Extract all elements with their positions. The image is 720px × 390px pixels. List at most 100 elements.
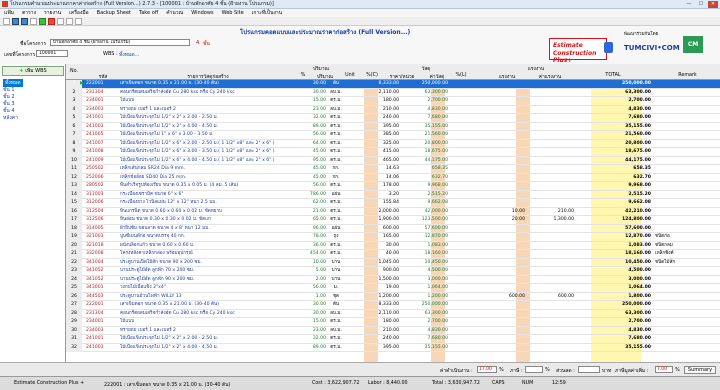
cell-matamt[interactable]: 9,662.08	[400, 199, 448, 208]
cell-code[interactable]: 231304	[86, 310, 120, 319]
cell-mat[interactable]: 8,333.00	[361, 301, 399, 310]
cell-qty[interactable]: 30.00	[296, 89, 326, 98]
close-button[interactable]: ✕	[708, 1, 718, 8]
cell-lab[interactable]	[489, 276, 525, 285]
cell-mat[interactable]: 415.00	[361, 148, 399, 157]
cell-qty[interactable]: 21.00	[296, 208, 326, 217]
cell-desc[interactable]: คอนกรีตผสมเสร็จกำลังอัด Cu 280 ksc หรือ …	[120, 310, 296, 319]
cell-remark[interactable]: ชนิดไม้สัก	[655, 259, 720, 268]
cell-labamt[interactable]: 1,300.00	[526, 216, 574, 225]
cell-code[interactable]: 234003	[86, 106, 120, 115]
cell-desc[interactable]: กระเบื้องเซรามิค ขนาด 6" x 6"	[120, 191, 296, 200]
cell-mat[interactable]: 180.00	[361, 97, 399, 106]
tax-input[interactable]	[525, 366, 543, 373]
cell-qty[interactable]: 78.00	[296, 233, 326, 242]
cell-mat[interactable]: 2,110.00	[361, 89, 399, 98]
cell-matamt[interactable]: 3,000.00	[400, 276, 448, 285]
cell-code[interactable]: 344503	[86, 293, 120, 302]
cell-mat[interactable]: 178.00	[361, 182, 399, 191]
cell-remark[interactable]	[655, 267, 720, 276]
cell-total[interactable]: 658.35	[575, 165, 651, 174]
cell-mat[interactable]: 465.00	[361, 157, 399, 166]
cell-unit[interactable]: ตร.ม.	[328, 242, 344, 251]
cell-total[interactable]: 250,000.00	[575, 301, 651, 310]
table-row[interactable]: 13 280502 พื้นสำเร็จรูปท้องเรียบ ขนาด 0.35…	[66, 182, 720, 191]
cell-remark[interactable]	[655, 182, 720, 191]
cell-qty[interactable]: 30.00	[296, 310, 326, 319]
table-row[interactable]: 10 241009 ไม้เนื้อแข็งประจุกไม่ 1/2" x 6" …	[66, 156, 720, 166]
cell-mat[interactable]: 14.63	[361, 165, 399, 174]
cell-mat[interactable]: 30.00	[361, 242, 399, 251]
calculator-icon[interactable]	[75, 17, 82, 25]
table-row[interactable]: 22 341004 ประตูบานเปิดไม้สัก ขนาด 90 x 200…	[66, 258, 720, 268]
menu-item-website[interactable]: Web Site	[222, 10, 244, 16]
cell-matamt[interactable]: 20,800.00	[400, 140, 448, 149]
cell-remark[interactable]	[655, 293, 720, 302]
cell-labamt[interactable]: 600.00	[526, 293, 574, 302]
cell-code[interactable]: 241007	[86, 140, 120, 149]
cell-labamt[interactable]	[526, 174, 574, 183]
cell-desc[interactable]: เหล็กข้ออ้อย SD40 Dia 25 mm.	[120, 174, 296, 183]
project-code-field[interactable]: 100001	[36, 50, 68, 57]
cell-matamt[interactable]: 57,600.00	[400, 225, 448, 234]
cell-matamt[interactable]: 63,300.00	[400, 89, 448, 98]
cell-unit[interactable]: ตร.ม.	[328, 250, 344, 259]
cell-remark[interactable]	[655, 106, 720, 115]
cell-total[interactable]: 1,083.00	[575, 242, 651, 251]
cell-unit[interactable]: ตร.ม.	[328, 216, 344, 225]
cell-lab[interactable]	[489, 233, 525, 242]
cell-total[interactable]: 10,450.00	[575, 259, 651, 268]
cell-code[interactable]: 241003	[86, 123, 120, 132]
cell-unit[interactable]: กก.	[328, 174, 344, 183]
cell-lab[interactable]: 600.00	[489, 293, 525, 302]
cell-unit[interactable]: ตร.ม.	[328, 131, 344, 140]
cell-mat[interactable]: 1,900.00	[361, 216, 399, 225]
cell-labamt[interactable]	[526, 327, 574, 336]
cell-lab[interactable]: 10.00	[489, 208, 525, 217]
cell-unit[interactable]: ตร.ม.	[328, 208, 344, 217]
cell-total[interactable]: 9,662.08	[575, 199, 651, 208]
cell-remark[interactable]	[655, 310, 720, 319]
table-row[interactable]: 2 231304 คอนกรีตผสมเสร็จกำลังอัด Cu 280 ks…	[66, 88, 720, 98]
cell-unit[interactable]: ตร.ม.	[328, 157, 344, 166]
cell-remark[interactable]	[655, 301, 720, 310]
cell-qty[interactable]: 32.00	[296, 114, 326, 123]
cell-code[interactable]: 234001	[86, 97, 120, 106]
cell-code[interactable]: 222001	[86, 301, 120, 310]
cell-code[interactable]: 241009	[86, 157, 120, 166]
cell-lab[interactable]	[489, 225, 525, 234]
table-row[interactable]: 9 241008 ไม้เนื้อแข็งประจุกไม่ 1/2" x 6" x…	[66, 148, 720, 157]
table-row[interactable]: 6 241003 ไม้เนื้อแข็งประจุกไม่ 1/2" x 2" x…	[66, 122, 720, 132]
cell-total[interactable]: 12,870.00	[575, 233, 651, 242]
cell-code[interactable]: 222001	[86, 80, 120, 89]
cell-qty[interactable]: 56.00	[296, 284, 326, 293]
cell-remark[interactable]: ชนิดกลม	[655, 242, 720, 251]
cell-labamt[interactable]	[526, 335, 574, 344]
cell-mat[interactable]: 210.00	[361, 106, 399, 115]
cell-lab[interactable]	[489, 157, 525, 166]
cell-remark[interactable]	[655, 165, 720, 174]
cell-desc[interactable]: เหล็กเส้นกลม SR24 Dia 9 mm.	[120, 165, 296, 174]
cell-desc[interactable]: ไม้เนื้อแข็งประจุกไม่ 1/2" x 2" x 4.00 -…	[120, 344, 296, 353]
cell-code[interactable]: 341004	[86, 259, 120, 268]
cell-total[interactable]: 18,675.00	[575, 148, 651, 157]
cell-code[interactable]: 241003	[86, 344, 120, 353]
cell-unit[interactable]: ตร.ม.	[328, 140, 344, 149]
cell-lab[interactable]	[489, 310, 525, 319]
table-row[interactable]: 15 312006 กระเบื้องยาง ไวนิลแผ่น 12" x 12"…	[66, 199, 720, 208]
cell-total[interactable]: 7,680.00	[575, 335, 651, 344]
cell-mat[interactable]: 240.00	[361, 335, 399, 344]
cell-unit[interactable]: ต้น	[328, 80, 344, 89]
cell-labamt[interactable]	[526, 97, 574, 106]
cell-labamt[interactable]	[526, 259, 574, 268]
cell-labamt[interactable]	[526, 157, 574, 166]
cell-matamt[interactable]: 2,700.00	[400, 318, 448, 327]
menu-item-calculate[interactable]: คำนวณ	[166, 9, 183, 17]
cell-unit[interactable]: ลบ.ม.	[328, 106, 344, 115]
cell-desc[interactable]: พื้นสำเร็จรูปท้องเรียบ ขนาด 0.35 x 0.05 …	[120, 182, 296, 191]
cell-desc[interactable]: ไม้เนื้อแข็งประจุกไม่ 1/2" x 6" x 3.00 -…	[120, 148, 296, 157]
cell-qty[interactable]: 23.00	[296, 106, 326, 115]
cell-code[interactable]: 231304	[86, 89, 120, 98]
cell-total[interactable]: 632.70	[575, 174, 651, 183]
cell-matamt[interactable]: 63,300.00	[400, 310, 448, 319]
